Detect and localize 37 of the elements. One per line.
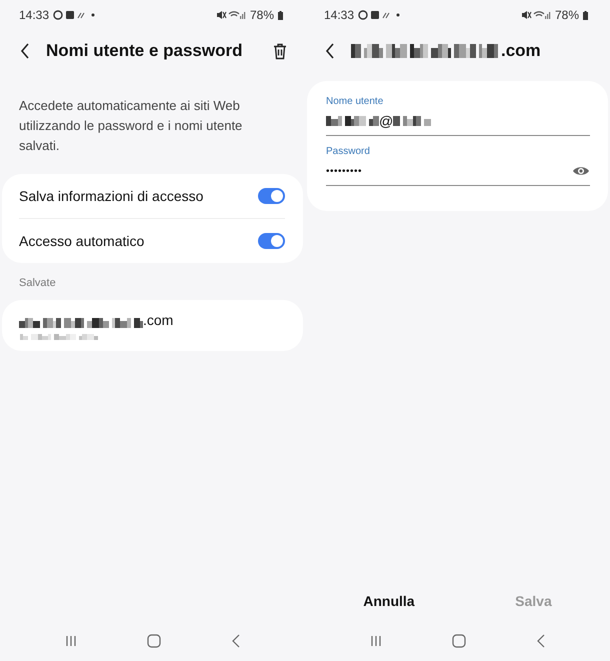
page-title: Nomi utente e password xyxy=(46,41,242,61)
recent-apps-icon[interactable] xyxy=(370,635,382,647)
battery-icon xyxy=(583,10,588,20)
password-field[interactable]: Password ••••••••• xyxy=(326,146,590,186)
username-field[interactable]: Nome utente @ xyxy=(326,96,590,136)
site-domain: .com xyxy=(143,312,174,328)
system-status-icons xyxy=(216,10,246,20)
field-label: Password xyxy=(326,146,371,157)
trash-icon[interactable] xyxy=(273,42,287,60)
back-icon[interactable] xyxy=(325,43,335,59)
password-value: ••••••••• xyxy=(326,166,362,176)
section-label: Salvate xyxy=(19,277,57,289)
at-sign: @ xyxy=(379,113,394,129)
toggle-switch[interactable] xyxy=(258,233,285,249)
notification-icons xyxy=(358,10,402,20)
home-icon[interactable] xyxy=(452,634,466,648)
battery-percentage: 78% xyxy=(554,8,579,22)
battery-icon xyxy=(278,10,283,20)
eye-icon[interactable] xyxy=(572,165,590,177)
action-button[interactable]: Annulla xyxy=(353,589,425,613)
pixelated-text-drawing xyxy=(326,116,379,126)
page-title: .com xyxy=(501,41,541,61)
status-time: 14:33 xyxy=(324,8,354,22)
pixelated-text-drawing xyxy=(393,116,432,126)
home-icon[interactable] xyxy=(147,634,162,648)
setting-label: Accesso automatico xyxy=(19,233,146,249)
toggle-switch[interactable] xyxy=(258,188,285,204)
battery-percentage: 78% xyxy=(250,8,274,22)
back-icon[interactable] xyxy=(20,43,30,59)
status-time: 14:33 xyxy=(19,8,50,22)
recent-apps-icon[interactable] xyxy=(65,635,78,647)
saved-login-item[interactable]: .com xyxy=(2,300,303,351)
system-status-icons xyxy=(520,10,551,20)
setting-label: Salva informazioni di accesso xyxy=(19,188,204,204)
description-text: Accedete automaticamente ai siti Web utilizzando le password e i nomi utente salvati. xyxy=(19,97,244,155)
notification-icons xyxy=(53,10,98,20)
field-label: Nome utente xyxy=(326,96,384,107)
